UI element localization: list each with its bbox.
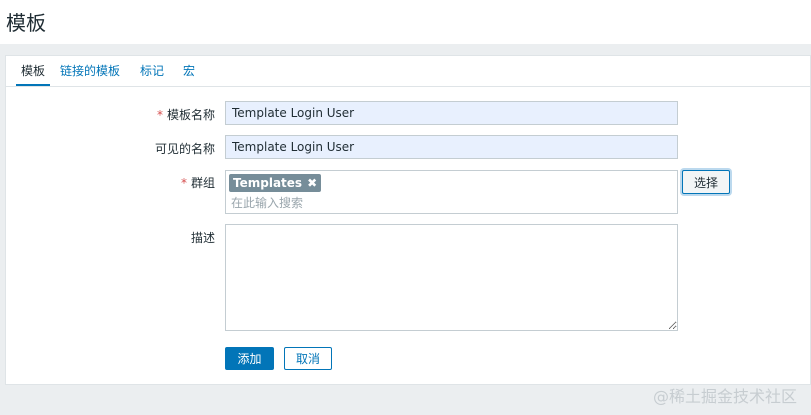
tab-macros[interactable]: 宏 bbox=[183, 56, 195, 86]
tab-linked-templates[interactable]: 链接的模板 bbox=[60, 56, 120, 86]
group-tag-label: Templates bbox=[233, 176, 303, 190]
groups-label: * 群组 bbox=[180, 176, 215, 190]
template-name-input[interactable] bbox=[225, 101, 678, 125]
groups-search-input[interactable]: 在此输入搜索 bbox=[231, 194, 303, 211]
groups-multiselect[interactable]: Templates ✖ 在此输入搜索 bbox=[225, 170, 678, 214]
template-name-label: * 模板名称 bbox=[156, 108, 215, 122]
tab-template[interactable]: 模板 bbox=[16, 56, 50, 86]
visible-name-input[interactable] bbox=[225, 135, 678, 159]
cancel-button[interactable]: 取消 bbox=[284, 347, 332, 370]
required-marker: * bbox=[156, 108, 163, 122]
form-panel: 模板 链接的模板 标记 宏 *模板名称 可见的名称 *群组 Templates ✖… bbox=[5, 55, 811, 385]
description-textarea[interactable] bbox=[225, 224, 678, 331]
description-label: 描述 bbox=[190, 231, 215, 245]
watermark: @稀土掘金技术社区 bbox=[652, 387, 797, 406]
tab-bar: 模板 链接的模板 标记 宏 bbox=[6, 56, 810, 87]
close-icon[interactable]: ✖ bbox=[307, 176, 317, 190]
group-tag: Templates ✖ bbox=[229, 174, 322, 192]
select-groups-button[interactable]: 选择 bbox=[682, 170, 730, 194]
visible-name-label: 可见的名称 bbox=[154, 142, 215, 156]
tab-tags[interactable]: 标记 bbox=[140, 56, 164, 86]
add-button[interactable]: 添加 bbox=[225, 347, 274, 370]
page-title: 模板 bbox=[6, 11, 46, 35]
header-band bbox=[0, 0, 811, 44]
required-marker: * bbox=[180, 176, 187, 190]
